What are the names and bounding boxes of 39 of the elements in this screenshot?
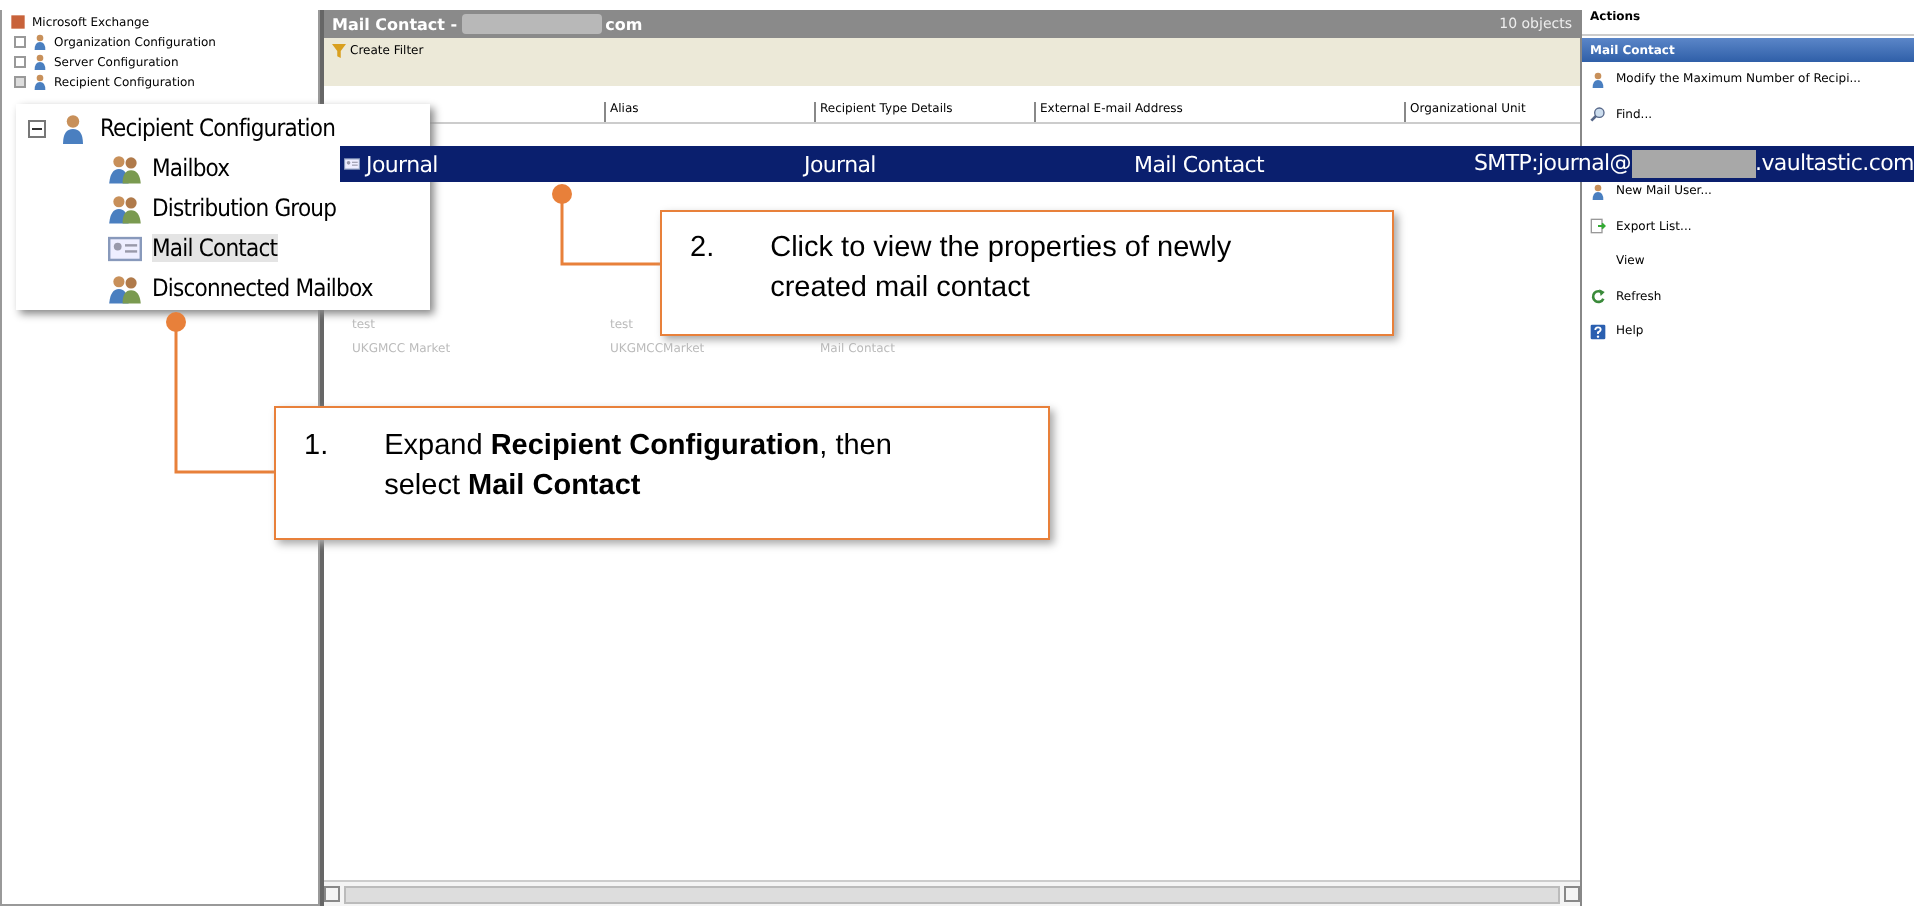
callout-text: Expand Recipient Configuration, then select Mail Contact [384,428,894,506]
collapse-toggle[interactable] [28,119,46,137]
person-icon [1590,183,1606,200]
export-icon [1590,218,1606,235]
filter-icon [332,44,346,58]
scrollbar-thumb[interactable] [344,885,1560,903]
help-icon [1590,323,1606,340]
pane-title: com [605,15,643,33]
person-icon [1590,71,1606,88]
pane-title: Mail Contact - [332,15,458,33]
table-cell-text: Mail Contact [1134,151,1267,177]
people-icon [108,153,142,183]
step-number: 1. [304,428,329,466]
refresh-icon [1590,288,1606,305]
tree-item[interactable]: Recipient Configuration [100,114,336,142]
scroll-right-button[interactable] [1564,886,1580,902]
expand-toggle[interactable] [14,76,26,88]
redaction [461,14,602,34]
step-number: 2. [690,230,715,268]
contact-card-icon [108,233,142,263]
contact-card-icon [344,156,360,172]
tree-item[interactable]: Mailbox [152,154,230,182]
tree-item[interactable]: Disconnected Mailbox [152,274,373,302]
expand-toggle[interactable] [14,56,26,68]
scroll-left-button[interactable] [324,886,340,902]
table-cell: Journal [366,151,438,177]
expand-toggle[interactable] [14,36,26,48]
tree-item[interactable]: Distribution Group [152,194,337,222]
people-icon [108,273,142,303]
tree-item[interactable]: Mail Contact [152,234,278,262]
search-icon [1590,106,1606,123]
person-icon [32,54,48,70]
table-cell: SMTP:journal@ .vaultastic.com [1474,150,1914,178]
callout-text: Click to view the properties of newly created mail contact [770,230,1234,308]
person-icon [32,74,48,90]
table-cell-text: Journal [804,151,878,177]
selected-row[interactable]: Journal Journal Mail Contact SMTP:journal@ .vaultastic.com [340,146,1914,182]
person-icon [32,34,48,50]
people-icon [108,193,142,223]
